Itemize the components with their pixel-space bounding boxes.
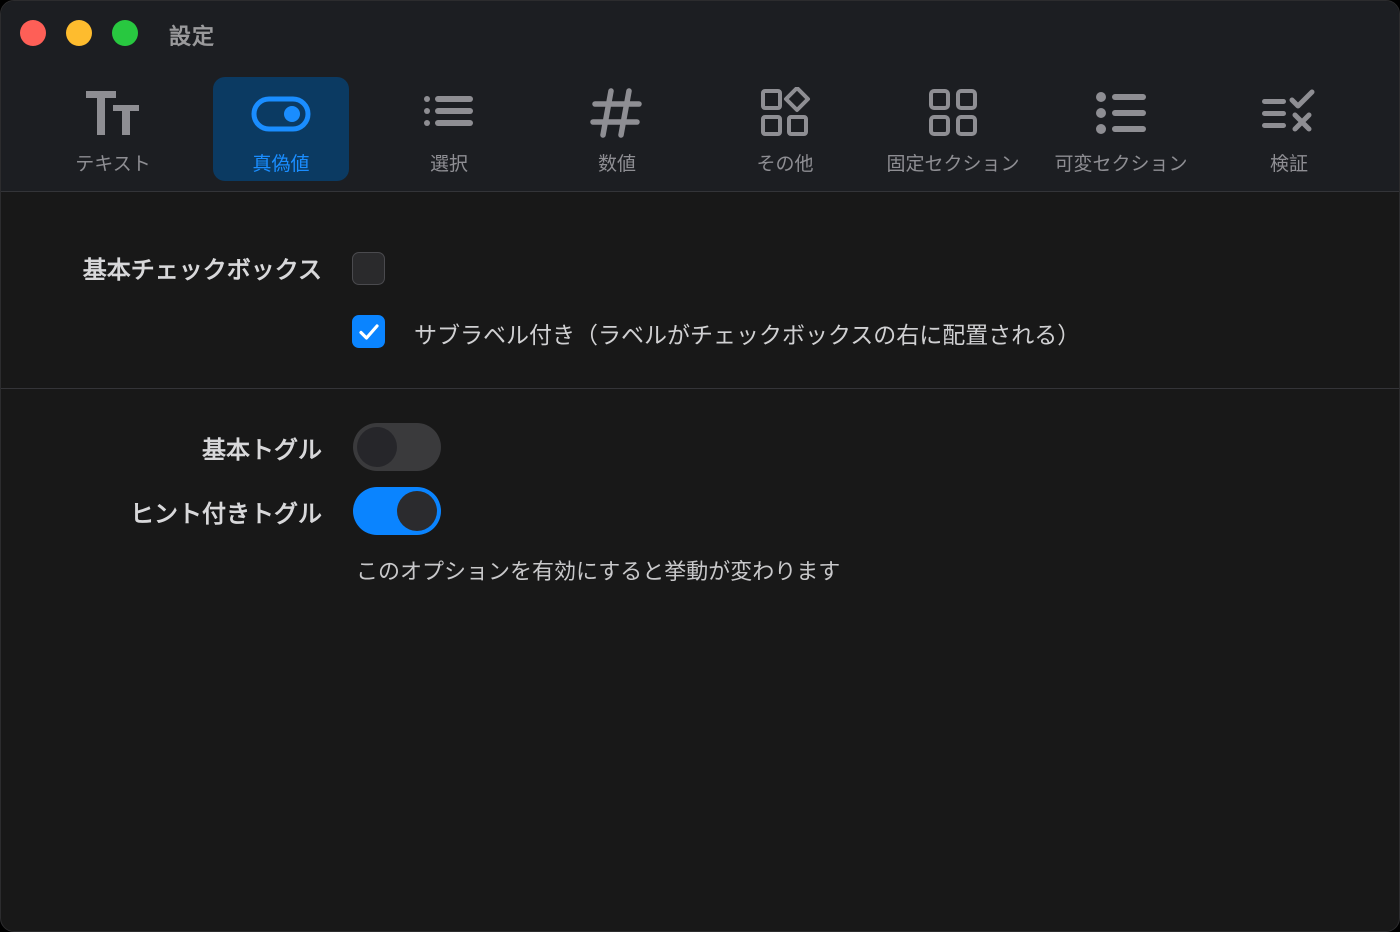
widgets-icon: [755, 87, 815, 139]
grid-icon: [923, 87, 983, 139]
hint-toggle[interactable]: [353, 487, 441, 535]
basic-checkbox-label: 基本チェックボックス: [82, 256, 322, 284]
sublabel-checkbox[interactable]: [352, 315, 385, 348]
section-divider: [1, 388, 1399, 389]
checklist-icon: [1259, 87, 1319, 139]
tab-select[interactable]: 選択: [381, 77, 517, 181]
tab-validation[interactable]: 検証: [1221, 77, 1357, 181]
bulleted-list-icon: [1091, 87, 1151, 139]
toggle-knob: [357, 427, 397, 467]
settings-window: 設定 テキスト 真偽値 選択 数値 その他 固定セクション 可変セクション 検証…: [0, 0, 1400, 932]
list-icon: [419, 87, 479, 139]
maximize-window-button[interactable]: [112, 20, 138, 46]
basic-checkbox[interactable]: [352, 252, 385, 285]
tab-label: 選択: [429, 153, 468, 175]
window-title: 設定: [169, 25, 216, 50]
title-bar: 設定: [1, 1, 1399, 65]
toggle-hint-text: このオプションを有効にすると挙動が変わります: [356, 560, 841, 585]
toggle-knob: [397, 491, 437, 531]
tab-other[interactable]: その他: [717, 77, 853, 181]
minimize-window-button[interactable]: [66, 20, 92, 46]
number-sign-icon: [587, 87, 647, 139]
tab-label: 可変セクション: [1054, 153, 1188, 175]
tab-label: 固定セクション: [886, 153, 1020, 175]
tab-variable-sections[interactable]: 可変セクション: [1053, 77, 1189, 181]
tab-label: 検証: [1269, 153, 1308, 175]
preferences-toolbar: テキスト 真偽値 選択 数値 その他 固定セクション 可変セクション 検証: [1, 65, 1399, 192]
tab-label: 真偽値: [252, 153, 310, 175]
tab-label: その他: [756, 153, 814, 175]
checkmark-icon: [358, 323, 379, 340]
tab-text[interactable]: テキスト: [45, 77, 181, 181]
text-format-icon: [83, 87, 143, 139]
tab-label: テキスト: [75, 153, 151, 175]
close-window-button[interactable]: [20, 20, 46, 46]
hint-toggle-label: ヒント付きトグル: [130, 500, 322, 528]
sublabel-checkbox-label[interactable]: サブラベル付き（ラベルがチェックボックスの右に配置される）: [414, 316, 1080, 350]
tab-fixed-sections[interactable]: 固定セクション: [885, 77, 1021, 181]
tab-label: 数値: [597, 153, 636, 175]
toggle-icon: [251, 87, 311, 139]
basic-toggle[interactable]: [353, 423, 441, 471]
tab-number[interactable]: 数値: [549, 77, 685, 181]
tab-boolean[interactable]: 真偽値: [213, 77, 349, 181]
basic-toggle-label: 基本トグル: [202, 436, 322, 464]
